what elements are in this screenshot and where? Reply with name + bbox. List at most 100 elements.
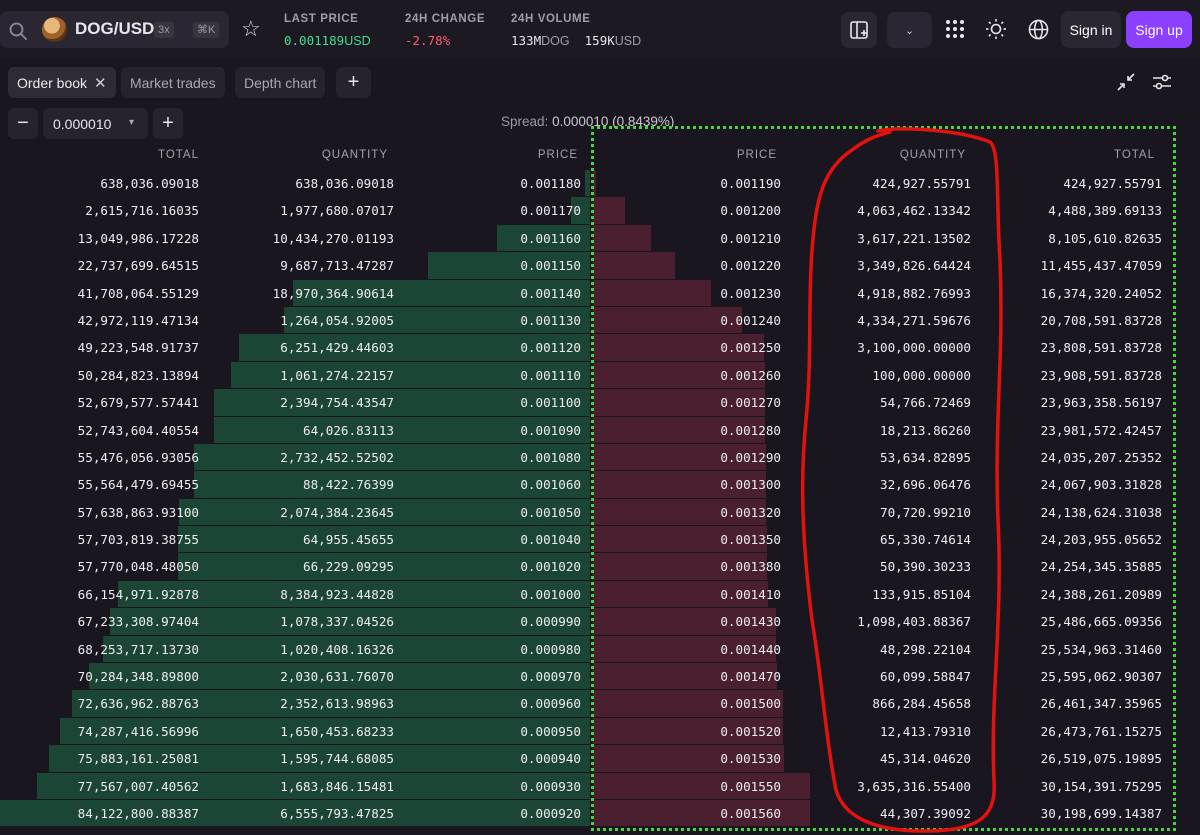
table-row[interactable]: 49,223,548.91737 6,251,429.44603 0.001120 0…	[0, 334, 1200, 361]
ask-quantity-cell: 3,349,826.64424	[857, 258, 971, 274]
pair-name[interactable]: DOG/USD	[75, 19, 154, 39]
ask-quantity-cell: 3,100,000.00000	[857, 340, 971, 356]
close-icon[interactable]: ✕	[94, 74, 107, 92]
bid-quantity-cell: 1,595,744.68085	[280, 751, 394, 767]
sign-in-button[interactable]: Sign in	[1061, 11, 1121, 48]
ask-price-cell: 0.001270	[720, 395, 781, 411]
table-row[interactable]: 77,567,007.40562 1,683,846.15481 0.000930 0…	[0, 772, 1200, 800]
ask-total-cell: 4,488,389.69133	[1048, 203, 1162, 219]
globe-icon[interactable]	[1027, 18, 1049, 40]
volume-label: 24H VOLUME	[511, 13, 591, 25]
table-row[interactable]: 57,703,819.38755 64,955.45655 0.001040 0.00…	[0, 526, 1200, 553]
bid-quantity-cell: 9,687,713.47287	[280, 258, 394, 274]
ask-total-cell: 16,374,320.24052	[1040, 285, 1162, 301]
bid-quantity-cell: 1,650,453.68233	[280, 723, 394, 739]
spread-info: Spread: 0.000010 (0.8439%)	[501, 114, 675, 129]
bid-price-cell: 0.001180	[520, 176, 581, 191]
search-icon[interactable]	[8, 21, 28, 41]
ask-total-cell: 25,595,062.90307	[1040, 669, 1162, 685]
bid-quantity-cell: 66,229.09295	[303, 559, 394, 575]
sign-up-button[interactable]: Sign up	[1126, 11, 1192, 48]
table-row[interactable]: 55,564,479.69455 88,422.76399 0.001060 0.00…	[0, 471, 1200, 498]
bid-total-cell: 57,770,048.48050	[77, 559, 199, 575]
dog-coin-logo	[42, 17, 67, 42]
table-row[interactable]: 22,737,699.64515 9,687,713.47287 0.001150 0…	[0, 252, 1200, 279]
settings-sliders-icon[interactable]	[1151, 72, 1173, 92]
ask-total-cell: 8,105,610.82635	[1048, 230, 1162, 246]
bid-price-cell: 0.000940	[520, 751, 581, 767]
sun-icon[interactable]	[985, 18, 1007, 40]
table-row[interactable]: 2,615,716.16035 1,977,680.07017 0.001170 0.…	[0, 197, 1200, 224]
table-row[interactable]: 74,287,416.56996 1,650,453.68233 0.000950 0…	[0, 717, 1200, 745]
tab-depth-chart[interactable]: Depth chart	[235, 67, 326, 98]
bid-total-cell: 66,154,971.92878	[77, 586, 199, 602]
change-value: -2.78%	[405, 33, 451, 48]
layout-button[interactable]	[841, 12, 877, 48]
bid-price-cell: 0.000950	[520, 723, 581, 739]
star-icon[interactable]: ☆	[241, 17, 261, 41]
ask-quantity-cell: 65,330.74614	[880, 532, 971, 548]
table-row[interactable]: 68,253,717.13730 1,020,408.16326 0.000980 0…	[0, 635, 1200, 663]
price-step-select[interactable]: 0.000010 ▾	[43, 108, 148, 139]
bid-quantity-header: QUANTITY	[321, 149, 388, 161]
table-row[interactable]: 66,154,971.92878 8,384,923.44828 0.001000 0…	[0, 580, 1200, 608]
table-row[interactable]: 75,883,161.25081 1,595,744.68085 0.000940 0…	[0, 745, 1200, 772]
table-row[interactable]: 55,476,056.93056 2,732,452.52502 0.001080 0…	[0, 443, 1200, 471]
ask-total-cell: 30,198,699.14387	[1040, 805, 1162, 821]
bid-quantity-cell: 88,422.76399	[303, 477, 394, 493]
ask-total-cell: 26,461,347.35965	[1040, 696, 1162, 712]
tab-market-trades[interactable]: Market trades	[121, 67, 225, 98]
ask-total-cell: 23,981,572.42457	[1040, 422, 1162, 438]
ask-price-cell: 0.001280	[720, 422, 781, 438]
bid-quantity-cell: 6,251,429.44603	[280, 340, 394, 356]
table-row[interactable]: 52,679,577.57441 2,394,754.43547 0.001100 0…	[0, 389, 1200, 416]
increase-step-button[interactable]: +	[153, 108, 183, 139]
ask-depth-bar	[593, 224, 651, 252]
ask-price-cell: 0.001430	[720, 614, 781, 630]
table-row[interactable]: 41,708,064.55129 18,970,364.90614 0.001140…	[0, 279, 1200, 307]
table-row[interactable]: 13,049,986.17228 10,434,270.01193 0.001160…	[0, 224, 1200, 252]
ask-price-cell: 0.001520	[720, 723, 781, 739]
ask-price-cell: 0.001240	[720, 312, 781, 328]
ask-total-cell: 24,388,261.20989	[1040, 586, 1162, 602]
bid-quantity-cell: 2,074,384.23645	[280, 504, 394, 520]
bid-total-cell: 42,972,119.47134	[77, 312, 199, 328]
table-row[interactable]: 42,972,119.47134 1,264,054.92005 0.001130 0…	[0, 306, 1200, 334]
collapse-icon[interactable]	[1116, 72, 1136, 92]
volume-value: 133MDOG 159KUSD	[511, 33, 642, 48]
ask-quantity-cell: 53,634.82895	[880, 449, 971, 465]
table-row[interactable]: 638,036.09018 638,036.09018 0.001180 0.0011…	[0, 170, 1200, 197]
table-row[interactable]: 70,284,348.89800 2,030,631.76070 0.000970 0…	[0, 663, 1200, 690]
ask-total-cell: 30,154,391.75295	[1040, 778, 1162, 794]
plus-icon: +	[162, 112, 174, 134]
ask-quantity-cell: 45,314.04620	[880, 751, 971, 767]
bid-price-cell: 0.001020	[520, 559, 581, 575]
layout-add-icon	[850, 21, 868, 39]
table-row[interactable]: 52,743,604.40554 64,026.83113 0.001090 0.00…	[0, 416, 1200, 444]
table-row[interactable]: 67,233,308.97404 1,078,337.04526 0.000990 0…	[0, 608, 1200, 635]
shortcut-badge: ⌘K	[193, 22, 220, 38]
bid-total-cell: 77,567,007.40562	[77, 778, 199, 794]
table-row[interactable]: 50,284,823.13894 1,061,274.22157 0.001110 0…	[0, 361, 1200, 389]
bid-price-cell: 0.000980	[520, 641, 581, 657]
ask-quantity-cell: 4,063,462.13342	[857, 203, 971, 219]
decrease-step-button[interactable]: −	[8, 108, 38, 139]
bid-price-cell: 0.001050	[520, 504, 581, 520]
bid-price-cell: 0.001110	[520, 367, 581, 383]
table-row[interactable]: 72,636,962.88763 2,352,613.98963 0.000960 0…	[0, 690, 1200, 717]
tab-label: Order book	[17, 74, 88, 91]
ask-total-cell: 24,035,207.25352	[1040, 449, 1162, 465]
bid-price-cell: 0.001160	[520, 230, 581, 246]
table-row[interactable]: 57,638,863.93100 2,074,384.23645 0.001050 0…	[0, 498, 1200, 526]
bid-quantity-cell: 10,434,270.01193	[272, 230, 394, 246]
bid-price-cell: 0.000930	[520, 778, 581, 794]
bid-quantity-cell: 638,036.09018	[295, 176, 394, 191]
tab-order-book[interactable]: Order book ✕	[8, 67, 116, 98]
bid-total-cell: 84,122,800.88387	[77, 805, 199, 821]
dropdown-button[interactable]: ⌄	[887, 12, 932, 48]
table-row[interactable]: 84,122,800.88387 6,555,793.47825 0.000920 0…	[0, 799, 1200, 827]
add-tab-button[interactable]: +	[336, 67, 371, 98]
table-row[interactable]: 57,770,048.48050 66,229.09295 0.001020 0.00…	[0, 553, 1200, 580]
apps-grid-icon[interactable]	[944, 18, 966, 40]
bid-total-cell: 22,737,699.64515	[77, 258, 199, 274]
